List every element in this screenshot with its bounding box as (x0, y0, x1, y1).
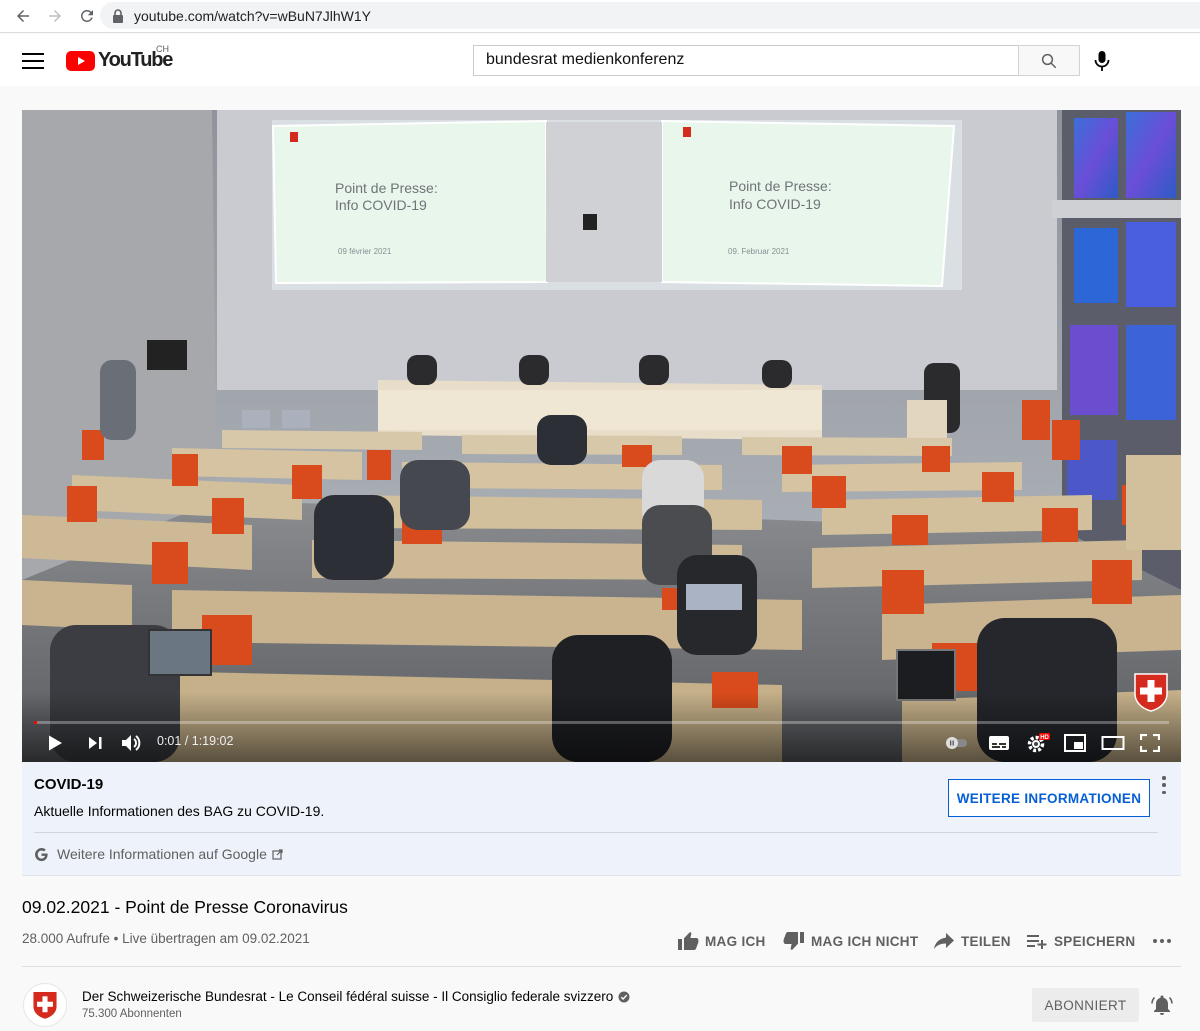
share-icon (934, 933, 954, 949)
stream-date: Live übertragen am 09.02.2021 (122, 931, 310, 946)
svg-text:HD: HD (1040, 735, 1049, 741)
thumbs-up-icon (678, 932, 699, 950)
settings-button[interactable]: HD (1024, 730, 1052, 756)
swiss-shield-icon (33, 992, 57, 1019)
miniplayer-button[interactable] (1062, 730, 1088, 756)
video-frame: Point de Presse: Info COVID-19 09 févrie… (22, 110, 1181, 762)
channel-name: Der Schweizerische Bundesrat - Le Consei… (82, 989, 614, 1004)
fullscreen-icon (1140, 734, 1160, 752)
like-label: MAG ICH (705, 933, 766, 949)
google-info-link-label: Weitere Informationen auf Google (57, 846, 267, 862)
thumbs-down-icon (783, 932, 804, 950)
miniplayer-icon (1064, 734, 1086, 752)
save-label: SPEICHERN (1054, 933, 1136, 949)
info-panel-text: Aktuelle Informationen des BAG zu COVID-… (34, 803, 325, 819)
autoplay-toggle-icon (946, 737, 967, 749)
autoplay-toggle[interactable] (942, 730, 972, 756)
more-horizontal-icon (1153, 939, 1171, 943)
theater-mode-icon (1101, 736, 1125, 750)
search-input[interactable]: bundesrat medienkonferenz (473, 45, 1019, 76)
arrow-left-icon (17, 10, 29, 22)
time-display: 0:01 / 1:19:02 (157, 734, 234, 748)
url-text: youtube.com/watch?v=wBuN7JlhW1Y (134, 7, 371, 24)
info-panel-divider (34, 832, 1158, 833)
channel-avatar[interactable] (23, 983, 67, 1027)
volume-button[interactable] (118, 730, 146, 756)
search-icon (1041, 53, 1057, 68)
play-button[interactable] (42, 730, 68, 756)
screen-left-line2: Info COVID-19 (335, 197, 427, 213)
channel-name-row[interactable]: Der Schweizerische Bundesrat - Le Consei… (82, 989, 630, 1004)
hamburger-icon[interactable] (22, 50, 44, 70)
fullscreen-button[interactable] (1137, 730, 1163, 756)
search-button[interactable] (1018, 45, 1080, 76)
projection-screen-left: Point de Presse: Info COVID-19 09 févrie… (271, 119, 549, 285)
browser-toolbar: youtube.com/watch?v=wBuN7JlhW1Y (0, 0, 1200, 33)
theater-mode-button[interactable] (1099, 730, 1127, 756)
bell-icon[interactable] (1150, 993, 1174, 1017)
meta-divider (22, 966, 1181, 967)
screen-left-date: 09 février 2021 (338, 247, 392, 256)
screen-left-line1: Point de Presse: (335, 180, 438, 196)
reload-icon (80, 9, 93, 22)
more-info-button[interactable]: WEITERE INFORMATIONEN (948, 779, 1150, 817)
voice-search-button[interactable] (1090, 48, 1114, 74)
gear-icon: HD (1027, 733, 1050, 753)
microphone-icon (1094, 51, 1110, 71)
screen-right-line1: Point de Presse: (729, 178, 832, 194)
back-button[interactable] (8, 1, 38, 31)
play-logo-icon (66, 50, 95, 71)
next-button[interactable] (82, 730, 108, 756)
address-bar[interactable]: youtube.com/watch?v=wBuN7JlhW1Y (100, 2, 1200, 29)
play-icon (49, 735, 62, 751)
arrow-right-icon (49, 10, 61, 22)
dislike-button[interactable]: MAG ICH NICHT (783, 929, 918, 953)
like-button[interactable]: MAG ICH (677, 929, 766, 953)
screen-right-date: 09. Februar 2021 (728, 247, 790, 256)
screen-right-line2: Info COVID-19 (729, 196, 821, 212)
swiss-shield-watermark-icon (1134, 673, 1168, 712)
skip-next-icon (89, 737, 102, 749)
info-panel-menu-icon[interactable] (1160, 776, 1168, 794)
external-link-icon (272, 848, 283, 860)
reload-button[interactable] (72, 1, 102, 31)
forward-button[interactable] (40, 1, 70, 31)
projection-screen-right: Point de Presse: Info COVID-19 09. Febru… (661, 119, 956, 288)
progress-bar[interactable] (34, 721, 1169, 724)
meta-separator: • (113, 931, 119, 946)
info-panel: COVID-19 Aktuelle Informationen des BAG … (22, 762, 1181, 876)
video-meta: 28.000 Aufrufe • Live übertragen am 09.0… (22, 931, 310, 946)
progress-fill (34, 721, 38, 724)
subtitles-button[interactable] (986, 730, 1012, 756)
video-player[interactable]: Point de Presse: Info COVID-19 09 févrie… (22, 110, 1181, 762)
google-info-link[interactable]: Weitere Informationen auf Google (34, 846, 283, 862)
dislike-label: MAG ICH NICHT (811, 933, 919, 949)
verified-check-icon (618, 991, 630, 1002)
more-actions-button[interactable] (1152, 929, 1178, 953)
youtube-header: YouTube CH bundesrat medienkonferenz (0, 34, 1200, 86)
save-button[interactable]: SPEICHERN (1026, 929, 1135, 953)
subscribe-button[interactable]: ABONNIERT (1032, 988, 1139, 1022)
share-button[interactable]: TEILEN (933, 929, 1011, 953)
view-count: 28.000 Aufrufe (22, 931, 110, 946)
subscriber-count: 75.300 Abonnenten (82, 1008, 182, 1020)
country-code: CH (156, 44, 169, 54)
volume-icon (122, 735, 141, 751)
subtitles-icon (989, 736, 1009, 750)
lock-icon (113, 8, 123, 23)
share-label: TEILEN (961, 933, 1011, 949)
info-panel-title: COVID-19 (34, 776, 104, 793)
playlist-add-icon (1027, 935, 1047, 949)
google-g-icon (35, 847, 48, 861)
video-title: 09.02.2021 - Point de Presse Coronavirus (22, 897, 348, 917)
